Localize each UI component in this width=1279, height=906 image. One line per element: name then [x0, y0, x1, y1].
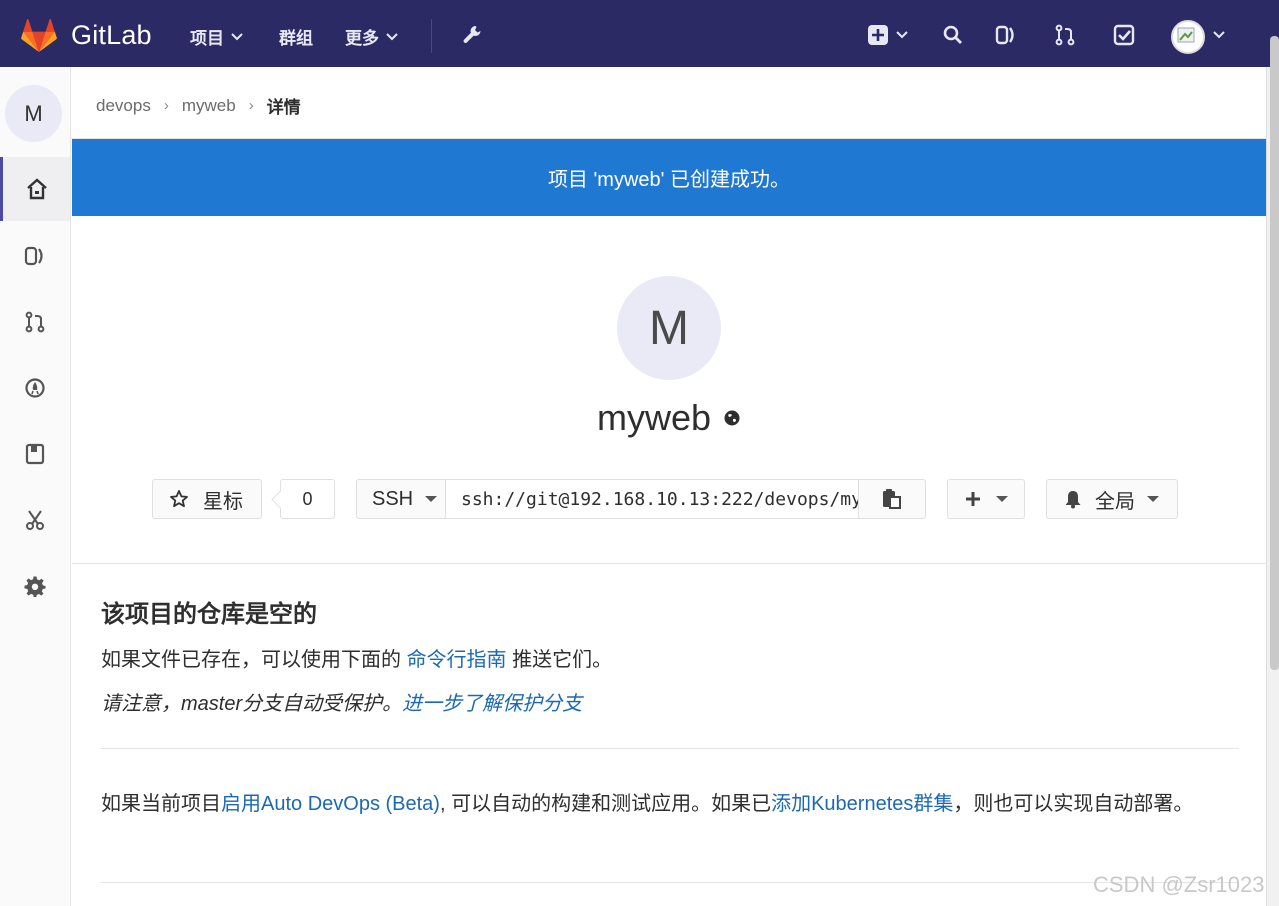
notification-label: 全局 [1095, 490, 1135, 513]
caret-down-icon [996, 496, 1008, 502]
empty-repo-text-before: 如果文件已存在，可以使用下面的 [101, 649, 407, 671]
empty-repo-text-after: 推送它们。 [506, 649, 613, 671]
broken-image-icon [1177, 27, 1195, 43]
devops-text-after: ，则也可以实现自动部署。 [953, 793, 1194, 815]
flash-message: 项目 'myweb' 已创建成功。 [547, 169, 791, 191]
cli-guide-link[interactable]: 命令行指南 [407, 649, 507, 671]
globe-icon [724, 410, 740, 426]
breadcrumb: devops › myweb › 详情 [96, 93, 301, 118]
watermark: CSDN @Zsr1023 [1093, 872, 1265, 897]
protected-branch-note: 请注意，master分支自动受保护。进一步了解保护分支 [101, 687, 582, 716]
clipboard-icon [883, 489, 901, 509]
star-icon [170, 490, 188, 508]
section-divider [101, 748, 1239, 749]
clone-protocol-label: SSH [372, 487, 414, 510]
chevron-right-icon: › [163, 97, 169, 114]
nav-more-label: 更多 [345, 29, 379, 48]
project-name: myweb [596, 397, 712, 438]
todos-icon[interactable] [1113, 24, 1135, 46]
enable-auto-devops-link[interactable]: 启用Auto DevOps (Beta) [221, 793, 440, 815]
chevron-down-icon [386, 32, 398, 40]
nav-divider [431, 19, 432, 53]
caret-down-icon [1147, 496, 1159, 502]
merge-requests-icon [25, 311, 45, 333]
issues-icon [24, 246, 43, 266]
book-icon [25, 443, 45, 465]
user-avatar[interactable] [1171, 20, 1205, 54]
nav-groups-label: 群组 [279, 29, 313, 48]
breadcrumb-group[interactable]: devops [96, 96, 151, 116]
project-title: myweb [0, 397, 1279, 439]
project-avatar: M [617, 276, 721, 380]
protected-branches-link[interactable]: 进一步了解保护分支 [402, 693, 582, 715]
plus-square-icon [868, 25, 888, 45]
chevron-down-icon [896, 31, 908, 39]
empty-repo-text: 如果文件已存在，可以使用下面的 命令行指南 推送它们。 [101, 643, 612, 672]
nav-more[interactable]: 更多 [345, 24, 399, 49]
star-button[interactable]: 星标 [152, 479, 262, 519]
rocket-icon [25, 378, 45, 398]
notification-dropdown[interactable]: 全局 [1046, 479, 1178, 519]
issues-icon[interactable] [995, 24, 1017, 46]
search-icon[interactable] [942, 24, 964, 46]
auto-devops-text: 如果当前项目启用Auto DevOps (Beta), 可以自动的构建和测试应用… [101, 789, 1221, 819]
section-divider [72, 563, 1266, 564]
breadcrumb-current[interactable]: 详情 [267, 93, 301, 118]
caret-down-icon [425, 496, 438, 502]
clone-protocol-dropdown[interactable]: SSH [356, 479, 446, 519]
flash-notice: 项目 'myweb' 已创建成功。 [72, 139, 1266, 216]
star-label: 星标 [203, 490, 243, 513]
nav-projects[interactable]: 项目 [190, 24, 244, 49]
nav-projects-label: 项目 [190, 29, 224, 48]
gear-icon [24, 576, 46, 597]
project-sidebar: M [0, 67, 71, 906]
section-divider [101, 882, 1239, 883]
sidebar-item-project-home[interactable] [0, 157, 70, 221]
page-scrollbar-thumb[interactable] [1270, 36, 1279, 670]
breadcrumb-project[interactable]: myweb [182, 96, 236, 116]
add-kubernetes-cluster-link[interactable]: 添加Kubernetes群集 [771, 793, 953, 815]
scissors-icon [26, 510, 44, 530]
top-navbar: GitLab 项目 群组 更多 [0, 0, 1279, 67]
merge-requests-icon[interactable] [1054, 24, 1076, 46]
chevron-down-icon[interactable] [1212, 30, 1226, 40]
star-count[interactable]: 0 [280, 479, 335, 519]
copy-url-button[interactable] [858, 479, 926, 519]
admin-wrench-icon[interactable] [461, 24, 483, 46]
bell-icon [1065, 491, 1081, 509]
sidebar-project-avatar[interactable]: M [5, 85, 62, 142]
devops-text-before: 如果当前项目 [101, 793, 221, 815]
chevron-down-icon [231, 32, 243, 40]
sidebar-item-merge-requests[interactable] [0, 290, 70, 354]
new-file-dropdown[interactable] [947, 479, 1025, 519]
sidebar-item-snippets[interactable] [0, 488, 70, 552]
nav-groups[interactable]: 群组 [279, 24, 313, 49]
chevron-right-icon: › [248, 97, 254, 114]
clone-url-input[interactable]: ssh://git@192.168.10.13:222/devops/myweb… [445, 479, 859, 519]
empty-repo-title: 该项目的仓库是空的 [101, 601, 317, 628]
sidebar-item-settings[interactable] [0, 554, 70, 618]
brand-name[interactable]: GitLab [71, 20, 152, 51]
devops-text-middle: , 可以自动的构建和测试应用。如果已 [439, 793, 772, 815]
gitlab-logo-icon[interactable] [21, 18, 57, 54]
home-icon [26, 178, 47, 200]
sidebar-item-issues[interactable] [0, 224, 70, 288]
protected-note-text: 请注意，master分支自动受保护。 [101, 693, 403, 715]
new-item-dropdown[interactable] [867, 24, 909, 46]
plus-icon [966, 492, 980, 506]
